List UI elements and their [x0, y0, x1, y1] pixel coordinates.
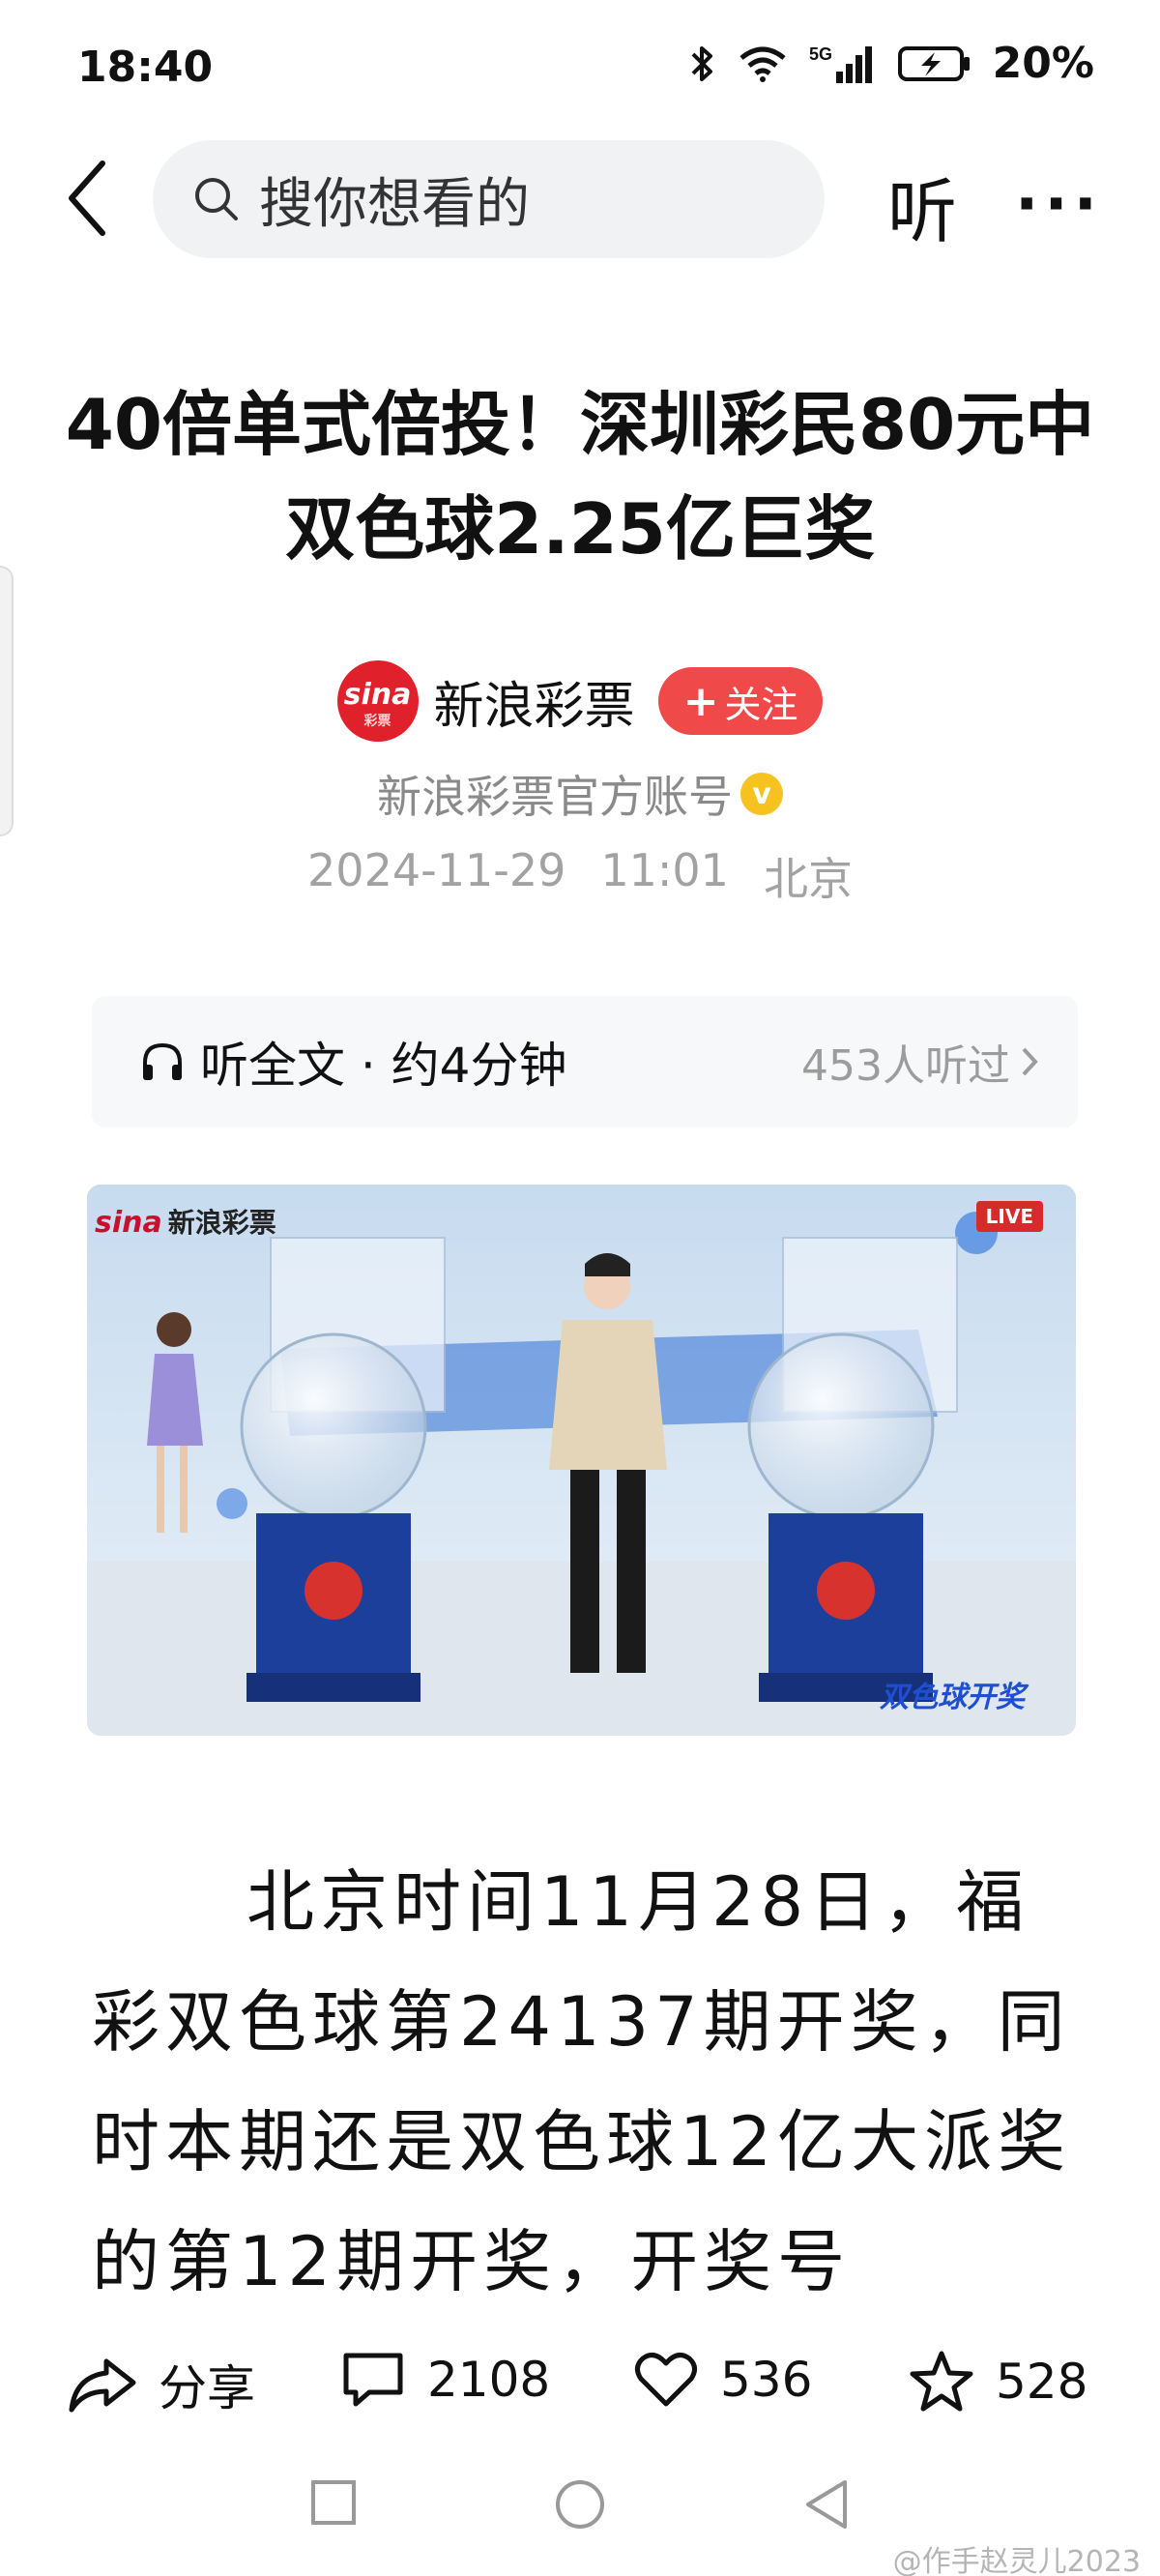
- listen-count-text: 453人听过: [801, 1041, 1010, 1091]
- battery-percent: 20%: [992, 39, 1094, 88]
- bottom-action-bar: 分享 2108 536 528: [0, 2321, 1160, 2437]
- status-icons: 5G 20%: [689, 39, 1094, 88]
- search-placeholder: 搜你想看的: [259, 172, 530, 236]
- share-label: 分享: [159, 2360, 255, 2416]
- author-avatar[interactable]: sina 彩票: [336, 660, 419, 742]
- search-box[interactable]: 搜你想看的: [153, 140, 825, 258]
- status-time: 18:40: [77, 43, 214, 92]
- recent-apps-icon[interactable]: [309, 2478, 358, 2527]
- star-icon: [910, 2351, 973, 2412]
- more-button[interactable]: ···: [1015, 169, 1103, 241]
- author-description: 新浪彩票官方账号: [377, 771, 733, 823]
- bluetooth-icon: [691, 45, 712, 81]
- show-logo: 双色球开奖: [880, 1681, 1025, 1714]
- battery-icon: [897, 45, 970, 81]
- back-arrow-icon: [69, 161, 105, 236]
- image-brand-logo: sina 新浪彩票: [95, 1202, 276, 1241]
- heart-icon: [635, 2352, 697, 2407]
- author-name[interactable]: 新浪彩票: [434, 665, 635, 738]
- top-nav: 搜你想看的 听 ···: [0, 135, 1160, 261]
- publish-time: 11:01: [600, 844, 729, 896]
- article-body: 北京时间11月28日，福彩双色球第24137期开奖，同时本期还是双色球12亿大派…: [92, 1862, 1072, 2301]
- verified-badge-icon: v: [740, 773, 783, 815]
- comment-icon: [343, 2353, 403, 2407]
- comment-count: 2108: [427, 2352, 551, 2408]
- studio-scene: [87, 1185, 1076, 1736]
- article-title: 40倍单式倍投！深圳彩民80元中双色球2.25亿巨奖: [65, 384, 1095, 570]
- article-meta: 2024-11-29 11:01 北京: [0, 844, 1160, 908]
- listen-left: 听全文 · 约4分钟: [140, 996, 567, 1127]
- listen-full-text-bar[interactable]: 听全文 · 约4分钟 453人听过: [92, 996, 1078, 1127]
- avatar-logo-text: sina: [343, 678, 412, 712]
- share-icon: [69, 2358, 136, 2413]
- back-button[interactable]: [48, 155, 126, 242]
- like-count: 536: [720, 2352, 813, 2408]
- status-bar: 18:40 5G 20%: [0, 0, 1160, 135]
- follow-label: 关注: [724, 683, 798, 726]
- listen-button[interactable]: 听: [887, 155, 957, 256]
- search-icon: [195, 178, 238, 220]
- watermark: @作手赵灵儿2023: [892, 2545, 1141, 2576]
- network-label: 5G: [809, 44, 832, 64]
- image-brand-cn: 新浪彩票: [167, 1207, 276, 1239]
- listen-count: 453人听过: [801, 996, 1039, 1127]
- image-brand-sina: sina: [95, 1206, 162, 1240]
- home-icon[interactable]: [554, 2478, 606, 2531]
- author-row: sina 彩票 新浪彩票 + 关注: [0, 658, 1160, 745]
- favorite-button[interactable]: 528: [909, 2350, 1088, 2414]
- author-description-row: 新浪彩票官方账号 v: [0, 762, 1160, 826]
- avatar-logo-sub: 彩票: [363, 714, 392, 729]
- share-button[interactable]: 分享: [68, 2350, 255, 2419]
- article-image[interactable]: sina 新浪彩票 LIVE 双色球开奖: [87, 1185, 1076, 1736]
- wifi-icon: [740, 46, 786, 82]
- listen-label: 听全文 · 约4分钟: [200, 1038, 567, 1094]
- live-badge: LIVE: [975, 1201, 1043, 1232]
- back-nav-icon[interactable]: [802, 2478, 851, 2531]
- signal-icon: 5G: [809, 44, 872, 83]
- favorite-count: 528: [996, 2354, 1088, 2410]
- chevron-right-icon: [1022, 1047, 1038, 1076]
- publish-location: 北京: [763, 853, 853, 905]
- follow-button[interactable]: + 关注: [657, 667, 824, 735]
- headphones-icon: [143, 1042, 182, 1080]
- plus-icon: +: [682, 676, 719, 726]
- like-button[interactable]: 536: [633, 2350, 812, 2410]
- comment-button[interactable]: 2108: [340, 2350, 550, 2410]
- publish-date: 2024-11-29: [307, 844, 566, 896]
